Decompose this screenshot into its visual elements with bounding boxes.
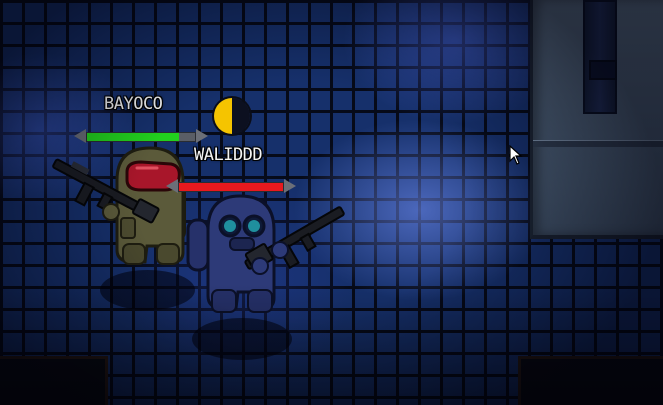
wall-panel: [530, 0, 663, 239]
health-track: [178, 182, 284, 192]
wall-pipe-cap: [589, 60, 617, 80]
mouse-pointer-icon: [509, 145, 523, 165]
player-waliddd-name: WALIDDD: [194, 145, 263, 165]
wall-pipe: [583, 0, 617, 114]
health-track: [86, 132, 196, 142]
player-waliddd-health-fill: [179, 183, 283, 191]
game-viewport[interactable]: BAYOCO WALIDDD: [0, 0, 663, 405]
player-bayoco-health-bar: [74, 129, 208, 143]
player-bayoco-health-fill: [87, 133, 179, 141]
player-waliddd[interactable]: [180, 190, 350, 335]
player-waliddd-sprite: [186, 194, 345, 313]
health-arrow-right-icon: [196, 129, 208, 143]
player-waliddd-health-bar: [166, 179, 296, 193]
health-arrow-left-icon: [166, 179, 178, 193]
floor-edge-right: [518, 356, 663, 405]
player-bayoco-name: BAYOCO: [104, 94, 163, 114]
health-arrow-left-icon: [74, 129, 86, 143]
health-arrow-right-icon: [284, 179, 296, 193]
half-moon-icon: [214, 98, 250, 134]
wall-seam: [533, 140, 663, 147]
floor-edge-left: [0, 356, 108, 405]
